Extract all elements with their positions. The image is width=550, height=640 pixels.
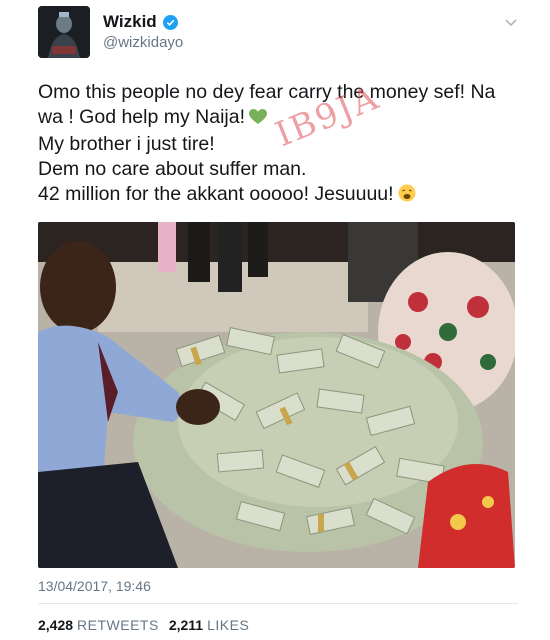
green-heart-icon: [249, 107, 268, 132]
likes-label[interactable]: LIKES: [207, 617, 249, 633]
author-name-row: Wizkid: [103, 12, 178, 32]
tweet-stats: 2,428 RETWEETS 2,211 LIKES: [38, 617, 255, 633]
tweet-photo[interactable]: [38, 222, 515, 568]
divider: [38, 603, 518, 604]
avatar[interactable]: [38, 6, 90, 58]
author-handle[interactable]: @wizkidayo: [103, 34, 183, 51]
tweet-text: Omo this people no dey fear carry the mo…: [38, 80, 518, 209]
tweet-line: Omo this people no dey fear carry the mo…: [38, 81, 496, 103]
weary-face-icon: [398, 184, 416, 209]
avatar-image: [38, 6, 90, 58]
tweet-card: Wizkid @wizkidayo Omo this people no dey…: [0, 0, 550, 640]
likes-count[interactable]: 2,211: [169, 617, 203, 633]
retweets-count[interactable]: 2,428: [38, 617, 73, 633]
photo-money-pile: [38, 222, 515, 568]
tweet-line: 42 million for the akkant ooooo! Jesuuuu…: [38, 182, 518, 209]
verified-badge-icon: [162, 14, 178, 30]
tweet-line: Dem no care about suffer man.: [38, 158, 307, 180]
author-name[interactable]: Wizkid: [103, 12, 157, 32]
tweet-timestamp[interactable]: 13/04/2017, 19:46: [38, 578, 151, 594]
chevron-down-icon[interactable]: [503, 14, 519, 30]
retweets-label[interactable]: RETWEETS: [77, 617, 159, 633]
